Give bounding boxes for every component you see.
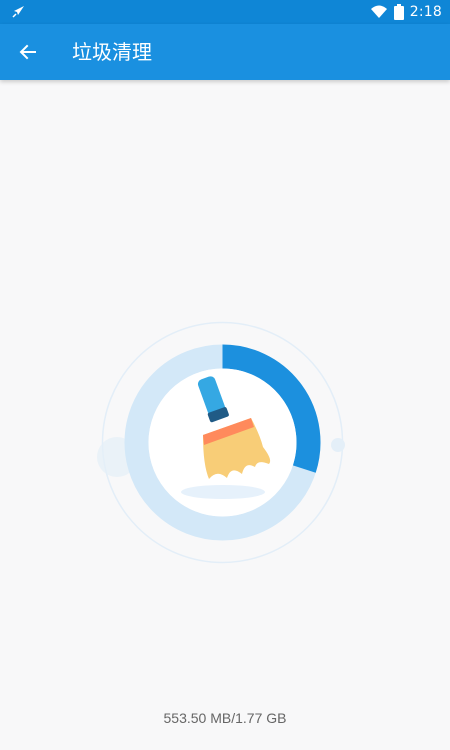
status-icons: 2:18	[370, 0, 442, 24]
status-time: 2:18	[409, 4, 442, 20]
back-button[interactable]	[8, 32, 48, 72]
arrow-left-icon	[19, 44, 36, 60]
decor-bubble-right	[331, 438, 345, 452]
cleaner-graphic	[95, 315, 350, 570]
wifi-icon	[370, 5, 387, 18]
page-title: 垃圾清理	[72, 40, 152, 64]
app-bar: 垃圾清理	[0, 24, 450, 80]
battery-icon	[393, 4, 404, 20]
rocket-icon	[12, 6, 24, 18]
storage-summary: 553.50 MB/1.77 GB	[163, 710, 287, 726]
cleaner-ring	[97, 321, 345, 564]
status-bar: 2:18	[0, 0, 450, 24]
